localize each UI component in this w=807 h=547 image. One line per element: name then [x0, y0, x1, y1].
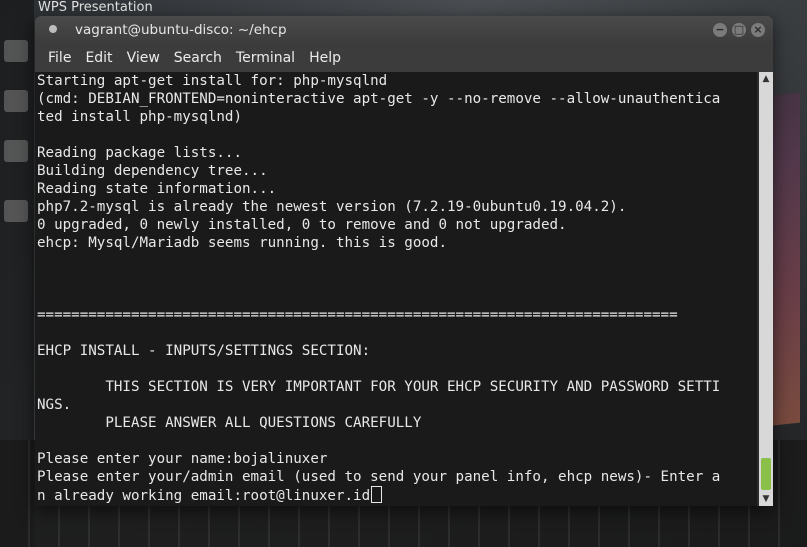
- terminal-line: Reading state information...: [37, 181, 277, 197]
- menu-search[interactable]: Search: [167, 50, 229, 66]
- terminal-line: ehcp: Mysql/Mariadb seems running. this …: [37, 235, 447, 251]
- dock-app-icon[interactable]: [4, 200, 28, 222]
- scrollbar-thumb[interactable]: [761, 458, 771, 490]
- terminal-line: EHCP INSTALL - INPUTS/SETTINGS SECTION:: [37, 343, 371, 359]
- terminal-line: Starting apt-get install for: php-mysqln…: [37, 73, 388, 89]
- menu-view[interactable]: View: [120, 50, 167, 66]
- maximize-button[interactable]: □: [732, 23, 746, 37]
- terminal-prompt-line: n already working email:root@linuxer.id: [37, 488, 371, 504]
- menu-terminal[interactable]: Terminal: [229, 50, 302, 66]
- terminal-scrollbar[interactable]: ▲ ▼: [759, 72, 773, 506]
- window-titlebar[interactable]: vagrant@ubuntu-disco: ~/ehcp − □ ×: [35, 16, 773, 44]
- scroll-up-icon[interactable]: ▲: [759, 72, 773, 86]
- terminal-line: Please enter your/admin email (used to s…: [37, 469, 721, 485]
- scroll-down-icon[interactable]: ▼: [759, 492, 773, 506]
- window-title: vagrant@ubuntu-disco: ~/ehcp: [75, 22, 287, 38]
- close-button[interactable]: ×: [751, 23, 765, 37]
- terminal-app-icon: [49, 25, 57, 33]
- terminal-line: PLEASE ANSWER ALL QUESTIONS CAREFULLY: [105, 415, 422, 431]
- terminal-line: (cmd: DEBIAN_FRONTEND=noninteractive apt…: [37, 91, 721, 107]
- terminal-line: ted install php-mysqlnd): [37, 109, 242, 125]
- terminal-line: Please enter your name:bojalinuxer: [37, 451, 328, 467]
- terminal-line: NGS.: [37, 397, 72, 413]
- terminal-cursor: [371, 486, 383, 503]
- terminal-line: THIS SECTION IS VERY IMPORTANT FOR YOUR …: [105, 379, 721, 395]
- menu-edit[interactable]: Edit: [78, 50, 119, 66]
- menu-bar: File Edit View Search Terminal Help: [35, 44, 773, 72]
- terminal-window: vagrant@ubuntu-disco: ~/ehcp − □ × File …: [35, 16, 773, 506]
- menu-help[interactable]: Help: [302, 50, 348, 66]
- desktop-top-label: WPS Presentation: [38, 0, 153, 15]
- terminal-line: Building dependency tree...: [37, 163, 268, 179]
- dock-app-icon[interactable]: [4, 40, 28, 62]
- terminal-line: php7.2-mysql is already the newest versi…: [37, 199, 627, 215]
- terminal-text: Starting apt-get install for: php-mysqln…: [35, 72, 757, 505]
- menu-file[interactable]: File: [41, 50, 78, 66]
- dock-app-icon[interactable]: [4, 90, 28, 112]
- terminal-line: 0 upgraded, 0 newly installed, 0 to remo…: [37, 217, 567, 233]
- terminal-line: ========================================…: [37, 307, 678, 323]
- terminal-line: Reading package lists...: [37, 145, 242, 161]
- dock-app-icon[interactable]: [4, 140, 28, 162]
- minimize-button[interactable]: −: [713, 23, 727, 37]
- terminal-output[interactable]: Starting apt-get install for: php-mysqln…: [35, 72, 757, 506]
